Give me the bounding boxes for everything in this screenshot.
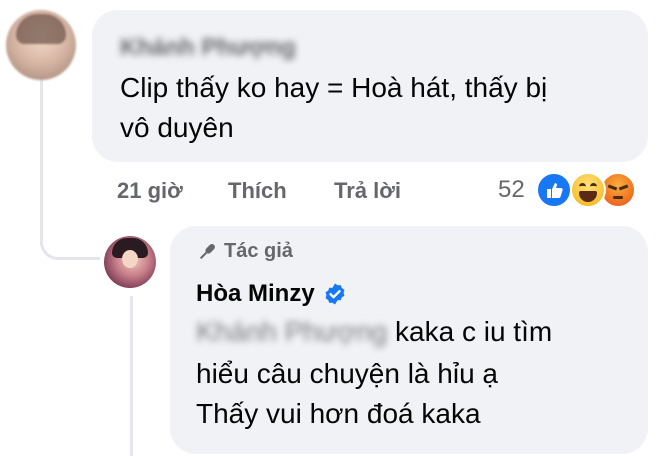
- author-badge: Tác giả: [196, 240, 293, 263]
- verified-badge-icon: [325, 283, 345, 305]
- haha-icon: [570, 172, 606, 208]
- microphone-icon: [199, 243, 215, 259]
- angry-brow-right: [618, 184, 629, 191]
- reply-author-row: Hòa Minzy: [196, 280, 347, 308]
- reply-author-avatar[interactable]: [104, 236, 156, 288]
- angry-mouth: [613, 196, 623, 199]
- reply-text-line-3: Thấy vui hơn đoá kaka: [196, 398, 481, 429]
- like-icon: [536, 172, 572, 208]
- like-button[interactable]: Thích: [228, 178, 287, 204]
- reply-bubble: Tác giả Hòa Minzy Khánh Phượng kaka c iu…: [170, 226, 648, 454]
- reaction-count[interactable]: 52: [498, 176, 525, 204]
- angry-brow-left: [607, 184, 618, 191]
- comment-text-line-1: Clip thấy ko hay = Hoà hát, thấy bị: [120, 72, 548, 103]
- reply-text-line-1: Khánh Phượng kaka c iu tìm: [196, 314, 552, 350]
- reply-author-name[interactable]: Hòa Minzy: [196, 280, 315, 308]
- comment-author-name[interactable]: Khánh Phượng: [120, 34, 296, 62]
- reply-button[interactable]: Trả lời: [334, 178, 401, 204]
- reply-thread-line: [130, 296, 133, 456]
- thumbs-up-icon: [547, 183, 563, 198]
- reaction-icons[interactable]: [532, 170, 652, 210]
- reply-text-line-1-tail: kaka c iu tìm: [395, 316, 553, 347]
- haha-eye-right: [590, 183, 597, 191]
- avatar-face: [122, 250, 138, 268]
- commenter-avatar[interactable]: [6, 10, 76, 80]
- avatar-hair: [16, 14, 66, 44]
- haha-mouth: [579, 191, 597, 202]
- thread-line-curve: [40, 200, 100, 260]
- comment-bubble: Khánh Phượng Clip thấy ko hay = Hoà hát,…: [92, 10, 648, 162]
- haha-eye-left: [579, 183, 586, 191]
- reply-text-line-2: hiểu câu chuyện là hỉu ạ: [196, 358, 498, 389]
- comment-text-line-2: vô duyên: [120, 112, 234, 143]
- reply-mention-tag[interactable]: Khánh Phượng: [196, 316, 387, 347]
- comment-timestamp[interactable]: 21 giờ: [117, 178, 183, 204]
- author-badge-label: Tác giả: [224, 240, 293, 262]
